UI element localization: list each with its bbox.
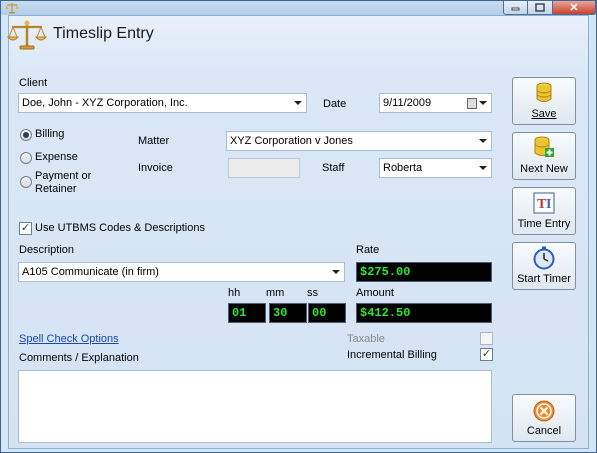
payment-radio-label-line1[interactable]: Payment or [35, 170, 91, 182]
date-label: Date [323, 98, 347, 110]
database-add-icon [534, 136, 554, 157]
maximize-icon [535, 3, 545, 12]
start-timer-button-label: Start Timer [517, 273, 571, 285]
amount-label: Amount [356, 287, 394, 299]
utbms-label[interactable]: Use UTBMS Codes & Descriptions [35, 222, 205, 234]
rate-label: Rate [356, 244, 380, 256]
taxable-checkbox[interactable] [480, 332, 493, 345]
description-label: Description [19, 244, 75, 256]
database-save-icon [536, 82, 552, 102]
seconds-label: ss [307, 287, 318, 299]
description-select[interactable]: A105 Communicate (in firm) [18, 262, 345, 282]
hours-field[interactable]: 01 [228, 303, 266, 323]
payment-radio-label-line2[interactable]: Retainer [35, 183, 77, 195]
time-entry-button[interactable]: T I Time Entry [512, 187, 576, 235]
svg-text:I: I [546, 197, 551, 212]
next-new-button[interactable]: Next New [512, 132, 576, 180]
payment-retainer-radio[interactable] [20, 176, 32, 188]
chevron-down-icon [294, 101, 302, 105]
client-value: Doe, John - XYZ Corporation, Inc. [22, 97, 188, 109]
staff-value: Roberta [383, 162, 423, 174]
save-button-label: Save [531, 108, 557, 120]
next-new-button-label: Next New [520, 163, 568, 175]
maximize-button[interactable] [528, 1, 553, 15]
comments-label: Comments / Explanation [19, 352, 139, 364]
date-value: 9/11/2009 [383, 97, 432, 109]
cancel-button[interactable]: Cancel [512, 394, 576, 442]
invoice-field[interactable] [228, 158, 300, 178]
chevron-down-icon [479, 139, 487, 143]
seconds-field[interactable]: 00 [308, 303, 346, 323]
client-select[interactable]: Doe, John - XYZ Corporation, Inc. [18, 93, 307, 113]
expense-radio-label[interactable]: Expense [35, 151, 78, 163]
save-button[interactable]: Save [512, 77, 576, 125]
calendar-icon[interactable] [467, 98, 477, 109]
stopwatch-icon [533, 246, 555, 270]
dialog-title: Timeslip Entry [53, 25, 154, 42]
incremental-billing-checkbox[interactable]: ✓ [480, 348, 493, 361]
chevron-down-icon [479, 101, 487, 105]
chevron-down-icon [332, 270, 340, 274]
staff-select[interactable]: Roberta [379, 158, 492, 178]
client-label: Client [19, 77, 48, 89]
incremental-billing-label: Incremental Billing [347, 349, 437, 361]
billing-radio[interactable] [20, 129, 32, 141]
minimize-button[interactable] [503, 1, 528, 15]
title-bar[interactable]: ✕ [1, 1, 596, 15]
scales-of-justice-icon [7, 20, 47, 50]
cancel-icon [533, 400, 555, 422]
taxable-label: Taxable [347, 333, 385, 345]
minutes-label: mm [266, 287, 285, 299]
comments-textarea[interactable] [18, 370, 492, 443]
billing-radio-label[interactable]: Billing [35, 128, 64, 140]
minimize-icon [511, 7, 520, 10]
cancel-button-label: Cancel [526, 425, 562, 437]
spell-check-options-link[interactable]: Spell Check Options [19, 333, 119, 345]
time-entry-button-label: Time Entry [517, 218, 571, 230]
hours-label: hh [228, 287, 241, 299]
start-timer-button[interactable]: Start Timer [512, 242, 576, 290]
rate-field[interactable]: $275.00 [356, 262, 492, 282]
invoice-label: Invoice [138, 162, 173, 174]
minutes-field[interactable]: 30 [269, 303, 307, 323]
staff-label: Staff [322, 162, 345, 174]
date-picker[interactable]: 9/11/2009 [379, 93, 492, 113]
close-icon: ✕ [569, 2, 579, 14]
close-button[interactable]: ✕ [553, 1, 596, 15]
description-value: A105 Communicate (in firm) [22, 266, 159, 278]
matter-select[interactable]: XYZ Corporation v Jones [226, 131, 492, 151]
matter-label: Matter [138, 135, 170, 147]
chevron-down-icon [479, 166, 487, 170]
expense-radio[interactable] [20, 152, 32, 164]
time-entry-icon: T I [533, 192, 555, 214]
amount-field[interactable]: $412.50 [356, 303, 492, 323]
utbms-checkbox[interactable]: ✓ [19, 222, 32, 235]
scales-icon [5, 3, 19, 14]
matter-value: XYZ Corporation v Jones [230, 135, 353, 147]
timeslip-window: ✕ Timeslip Entry Client Doe, John - XYZ … [0, 0, 597, 453]
